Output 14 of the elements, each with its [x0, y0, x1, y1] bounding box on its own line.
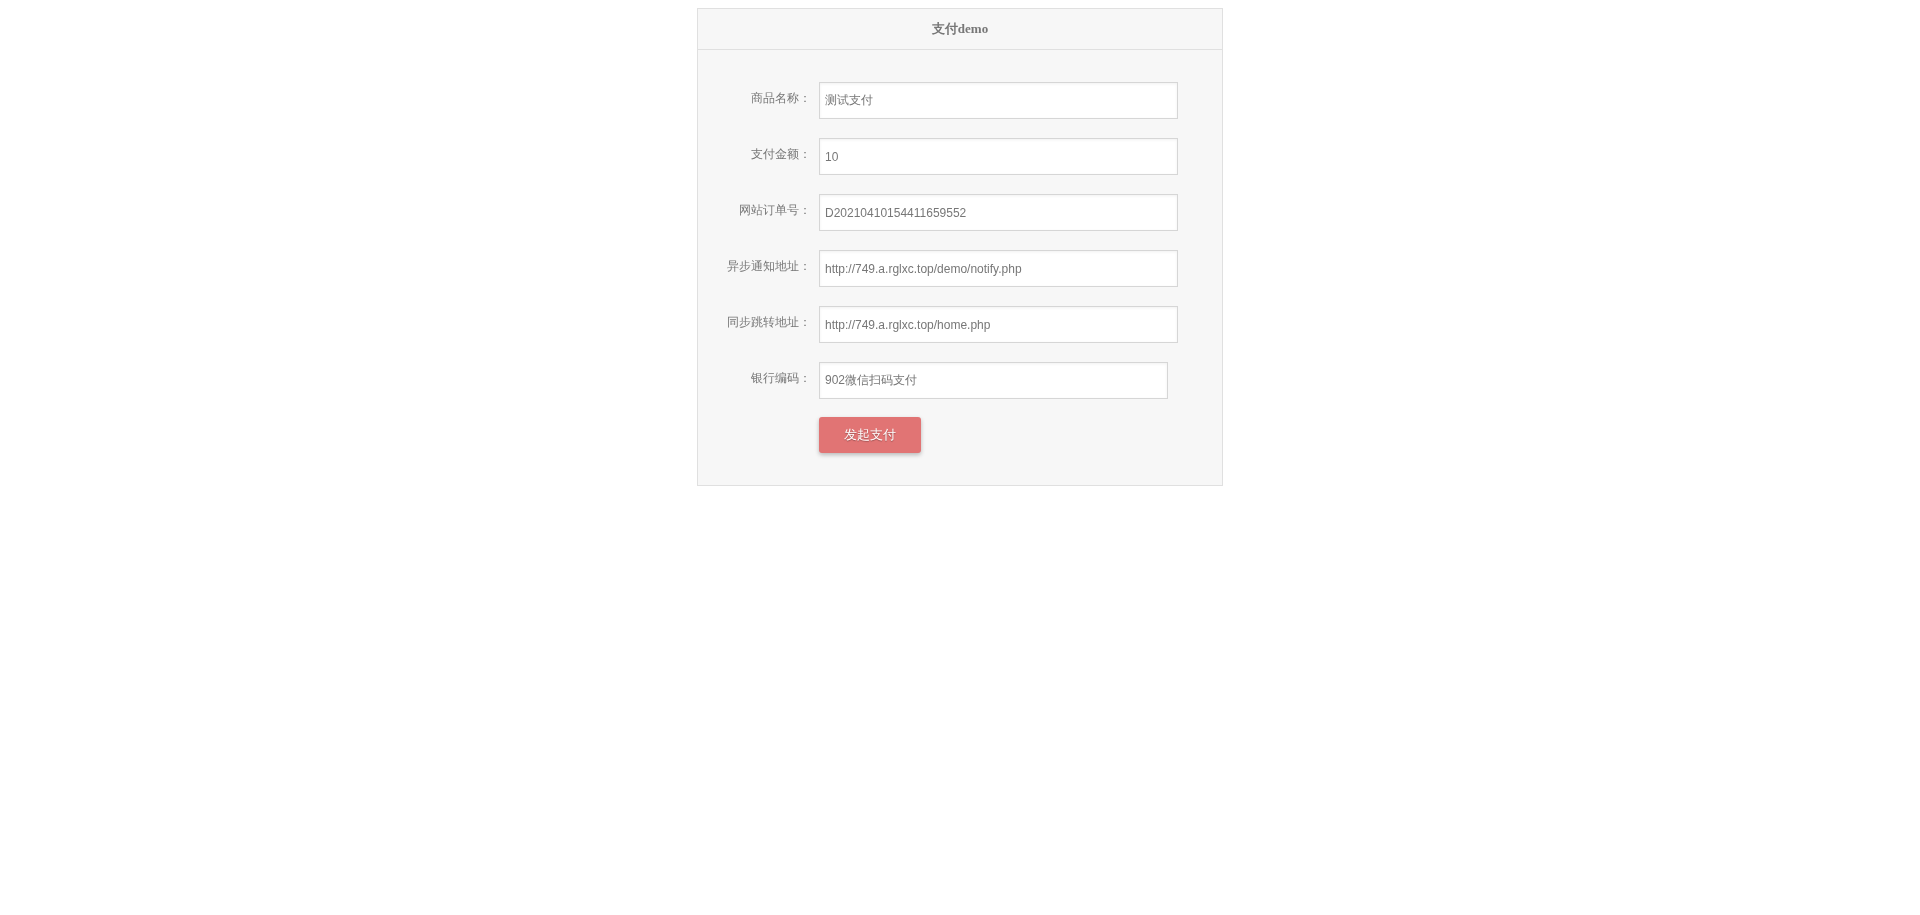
input-field[interactable]: http://749.a.rglxc.top/demo/notify.php: [819, 250, 1178, 287]
select-field[interactable]: 902微信扫码支付: [819, 362, 1168, 399]
submit-button[interactable]: 发起支付: [819, 417, 921, 453]
field-label: 商品名称：: [750, 90, 811, 107]
field-label: 银行编码：: [750, 370, 811, 387]
input-field[interactable]: D20210410154411659552: [819, 194, 1178, 231]
panel-title: 支付demo: [931, 20, 989, 38]
field-label: 异步通知地址：: [726, 258, 811, 275]
input-field[interactable]: 10: [819, 138, 1178, 175]
field-label: 支付金额：: [750, 146, 811, 163]
input-field[interactable]: 测试支付: [819, 82, 1178, 119]
field-label: 同步跳转地址：: [726, 314, 811, 331]
input-field[interactable]: http://749.a.rglxc.top/home.php: [819, 306, 1178, 343]
field-label: 网站订单号：: [738, 202, 811, 219]
